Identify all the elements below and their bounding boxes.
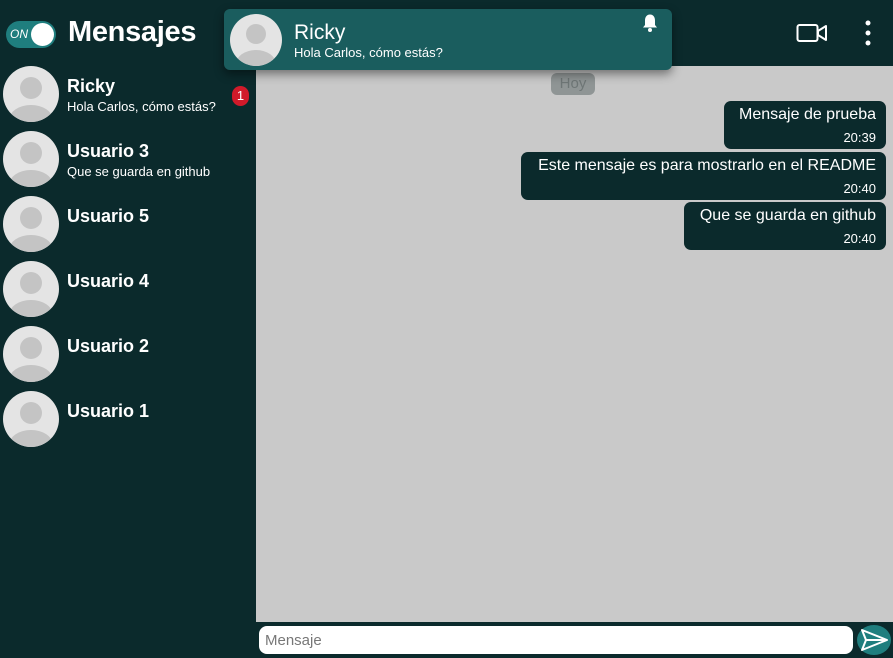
contact-item[interactable]: Usuario 4	[0, 261, 256, 326]
user-avatar-icon	[3, 66, 59, 122]
user-avatar-icon	[3, 196, 59, 252]
more-options-button[interactable]	[858, 18, 878, 48]
user-avatar-icon	[3, 261, 59, 317]
date-divider: Hoy	[551, 73, 595, 95]
contact-item[interactable]: Ricky Hola Carlos, cómo estás? 1	[0, 66, 256, 131]
contact-name: Ricky	[67, 76, 116, 96]
contact-item[interactable]: Usuario 1	[0, 391, 256, 456]
contact-name: Usuario 3	[67, 141, 150, 161]
user-avatar-icon	[3, 391, 59, 447]
unread-badge: 1	[232, 86, 249, 106]
message-bubble: Mensaje de prueba 20:39	[724, 101, 886, 149]
send-button[interactable]	[857, 625, 891, 655]
message-time: 20:40	[843, 231, 876, 246]
more-vertical-icon	[865, 20, 871, 46]
toggle-label: ON	[10, 27, 28, 41]
app-title: Mensajes	[68, 16, 197, 48]
contact-item[interactable]: Usuario 3 Que se guarda en github	[0, 131, 256, 196]
message-text: Que se guarda en github	[699, 207, 876, 224]
contact-list: Ricky Hola Carlos, cómo estás? 1 Usuario…	[0, 66, 256, 456]
send-icon	[861, 629, 888, 651]
notification-title: Ricky	[294, 21, 346, 44]
sidebar: ON Mensajes Ricky Hola Carlos, cómo está…	[0, 0, 256, 658]
contact-name: Usuario 4	[67, 271, 150, 291]
contact-preview: Hola Carlos, cómo estás?	[67, 99, 216, 114]
chat-area: Hoy Mensaje de prueba 20:39 Este mensaje…	[256, 66, 893, 622]
sidebar-header: ON Mensajes	[0, 0, 256, 66]
contact-item[interactable]: Usuario 5	[0, 196, 256, 261]
message-text: Mensaje de prueba	[739, 106, 876, 123]
user-avatar-icon	[3, 131, 59, 187]
message-text: Este mensaje es para mostrarlo en el REA…	[538, 157, 876, 174]
contact-name: Usuario 1	[67, 401, 150, 421]
contact-item[interactable]: Usuario 2	[0, 326, 256, 391]
bell-icon	[643, 14, 657, 32]
contact-name: Usuario 2	[67, 336, 150, 356]
message-time: 20:39	[843, 130, 876, 145]
message-composer	[256, 622, 893, 658]
contact-preview: Que se guarda en github	[67, 164, 211, 179]
message-input[interactable]	[259, 626, 853, 654]
video-camera-icon	[796, 24, 827, 42]
contact-name: Usuario 5	[67, 206, 150, 226]
video-call-button[interactable]	[796, 22, 828, 44]
online-toggle[interactable]: ON	[6, 21, 56, 48]
message-time: 20:40	[843, 181, 876, 196]
user-avatar-icon	[230, 14, 282, 66]
notification-body: Hola Carlos, cómo estás?	[294, 45, 443, 60]
notification-popup[interactable]: Ricky Hola Carlos, cómo estás?	[224, 9, 672, 70]
message-bubble: Que se guarda en github 20:40	[684, 202, 886, 250]
toggle-knob	[31, 23, 54, 46]
user-avatar-icon	[3, 326, 59, 382]
message-bubble: Este mensaje es para mostrarlo en el REA…	[521, 152, 886, 200]
